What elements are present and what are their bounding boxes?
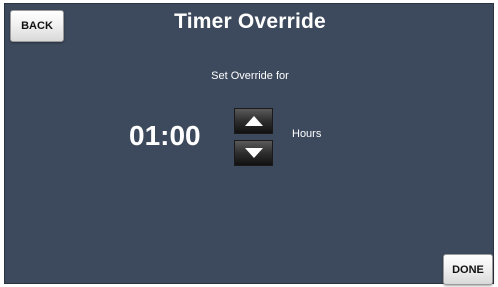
done-button-label: DONE xyxy=(452,263,484,276)
done-button[interactable]: DONE xyxy=(443,254,493,285)
triangle-down-icon xyxy=(244,148,263,158)
override-time-value: 01:00 xyxy=(129,120,201,151)
override-prompt: Set Override for xyxy=(211,70,289,82)
increase-hours-button[interactable] xyxy=(234,108,273,134)
triangle-up-icon xyxy=(244,116,263,126)
timer-override-screen: BACK Timer Override Set Override for 01:… xyxy=(4,3,494,285)
hours-unit-label: Hours xyxy=(292,128,322,140)
decrease-hours-button[interactable] xyxy=(234,140,273,166)
page-title: Timer Override xyxy=(174,10,326,33)
